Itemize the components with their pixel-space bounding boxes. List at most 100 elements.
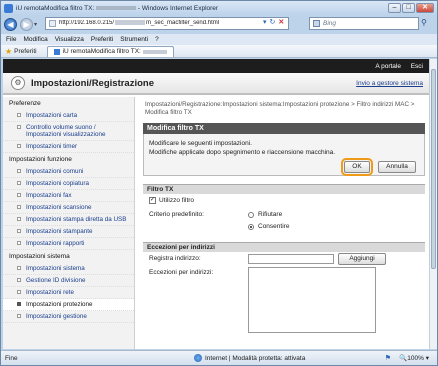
- sidebar-item-timer[interactable]: Impostazioni timer: [3, 141, 134, 153]
- address-bar[interactable]: http://192.168.0.215/m_sec_macfilter_sen…: [45, 17, 289, 30]
- dialog-message-line1: Modificare le seguenti impostazioni.: [149, 140, 252, 147]
- use-filter-label: Utilizzo filtro: [159, 197, 195, 204]
- bullet-icon: [17, 290, 21, 294]
- sidebar-item-management[interactable]: Impostazioni gestione: [3, 311, 134, 323]
- allow-radio[interactable]: [248, 224, 254, 230]
- sidebar-item-usb-print[interactable]: Impostazioni stampa diretta da USB: [3, 214, 134, 226]
- page-icon: [49, 20, 56, 27]
- bullet-icon: [17, 113, 21, 117]
- menu-edit[interactable]: Modifica: [23, 36, 47, 43]
- globe-icon: [194, 354, 202, 362]
- page-title: Impostazioni/Registrazione: [31, 77, 154, 89]
- sidebar-item-scan[interactable]: Impostazioni scansione: [3, 202, 134, 214]
- bing-icon: [313, 20, 320, 27]
- address-row: ◀ ▶ ▾ http://192.168.0.215/m_sec_macfilt…: [1, 15, 437, 33]
- menu-favorites[interactable]: Preferiti: [91, 36, 113, 43]
- sidebar-section-title: Impostazioni funzione: [9, 156, 72, 163]
- menu-view[interactable]: Visualizza: [55, 36, 84, 43]
- sidebar-item-paper[interactable]: Impostazioni carta: [3, 110, 134, 122]
- default-policy-row: Criterio predefinito: Rifiutare Consenti…: [143, 208, 425, 234]
- minimize-button[interactable]: –: [388, 3, 401, 13]
- favorites-star-icon[interactable]: ★: [5, 47, 12, 56]
- browser-tab[interactable]: iU remotaModifica filtro TX:: [46, 45, 174, 57]
- settings-icon: ⚙: [11, 76, 25, 90]
- tab-label: iU remotaModifica filtro TX:: [62, 48, 141, 55]
- exceptions-list-row: Eccezioni per indirizzi:: [143, 266, 425, 336]
- refresh-icon[interactable]: ↻: [270, 18, 276, 26]
- breadcrumb: Impostazioni/Registrazione:Impostazioni …: [145, 101, 415, 116]
- bullet-icon: [17, 205, 21, 209]
- use-filter-checkbox[interactable]: ✓: [149, 197, 156, 204]
- search-icon[interactable]: ⚲: [421, 18, 427, 27]
- dialog-title: Modifica filtro TX: [143, 123, 425, 134]
- exceptions-list-label: Eccezioni per indirizzi:: [149, 269, 214, 276]
- register-address-input[interactable]: [248, 254, 334, 264]
- bullet-icon: [17, 314, 21, 318]
- sidebar-item-fax[interactable]: Impostazioni fax: [3, 190, 134, 202]
- add-button[interactable]: Aggiungi: [338, 253, 386, 265]
- favorites-label[interactable]: Preferiti: [14, 48, 36, 55]
- sidebar: Preferenze Impostazioni carta Controllo …: [3, 97, 135, 349]
- window-title: iU remotaModifica filtro TX: - Windows I…: [16, 4, 219, 12]
- filter-section-title: Filtro TX: [143, 184, 425, 194]
- register-address-row: Registra indirizzo: Aggiungi: [143, 252, 425, 266]
- sidebar-item-network[interactable]: Impostazioni rete: [3, 287, 134, 299]
- back-button[interactable]: ◀: [4, 17, 17, 31]
- sidebar-item-printer[interactable]: Impostazioni stampante: [3, 226, 134, 238]
- bullet-icon: [17, 302, 21, 306]
- reject-radio[interactable]: [248, 212, 254, 218]
- forward-button[interactable]: ▶: [20, 17, 33, 31]
- browser-window: iU remotaModifica filtro TX: - Windows I…: [0, 0, 438, 366]
- cancel-button[interactable]: Annulla: [378, 161, 416, 173]
- exceptions-section-title: Eccezioni per indirizzi: [143, 242, 425, 252]
- page-content: A portale Esci ⚙ Impostazioni/Registrazi…: [3, 59, 429, 349]
- history-dropdown-icon[interactable]: ▾: [34, 21, 37, 28]
- default-policy-label: Criterio predefinito:: [149, 211, 204, 218]
- favorites-bar: ★ Preferiti iU remotaModifica filtro TX:: [1, 45, 437, 58]
- logout-link[interactable]: Esci: [411, 63, 423, 70]
- sidebar-item-division-id[interactable]: Gestione ID divisione: [3, 275, 134, 287]
- sidebar-item-security[interactable]: Impostazioni protezione: [3, 299, 134, 311]
- stop-icon[interactable]: ✕: [278, 18, 284, 26]
- sidebar-section-title: Impostazioni sistema: [9, 253, 70, 260]
- dialog-message-line2: Modifiche applicate dopo spegnimento e r…: [149, 149, 336, 156]
- search-placeholder: Bing: [323, 20, 337, 27]
- register-address-label: Registra indirizzo:: [149, 255, 201, 262]
- menu-file[interactable]: File: [6, 36, 16, 43]
- scrollbar-thumb[interactable]: [431, 69, 436, 269]
- bullet-icon: [17, 278, 21, 282]
- bullet-icon: [17, 229, 21, 233]
- sidebar-item-reports[interactable]: Impostazioni rapporti: [3, 238, 134, 250]
- page-header: ⚙ Impostazioni/Registrazione Invio a ges…: [3, 73, 429, 95]
- exceptions-list-box[interactable]: [248, 267, 376, 333]
- use-filter-row: ✓ Utilizzo filtro: [143, 194, 425, 208]
- sidebar-item-copy[interactable]: Impostazioni copiatura: [3, 178, 134, 190]
- bullet-icon: [17, 125, 21, 129]
- allow-label: Consentire: [258, 223, 290, 230]
- send-to-admin-link[interactable]: Invio a gestore sistema: [356, 80, 423, 87]
- status-bar: Fine Internet | Modalità protetta: attiv…: [1, 350, 437, 365]
- sidebar-item-common[interactable]: Impostazioni comuni: [3, 166, 134, 178]
- zoom-level[interactable]: 🔍100% ▾: [399, 354, 429, 362]
- bullet-icon: [17, 181, 21, 185]
- menu-tools[interactable]: Strumenti: [120, 36, 148, 43]
- search-box[interactable]: Bing: [309, 17, 419, 30]
- close-button[interactable]: ✕: [416, 3, 434, 13]
- vertical-scrollbar[interactable]: [429, 59, 437, 349]
- bullet-icon: [17, 144, 21, 148]
- protected-mode-icon[interactable]: ⚑: [385, 354, 391, 362]
- dialog-message: Modificare le seguenti impostazioni. Mod…: [149, 139, 335, 157]
- bullet-icon: [17, 266, 21, 270]
- compatibility-icon[interactable]: ▾: [263, 18, 267, 26]
- main-content: Impostazioni/Registrazione:Impostazioni …: [139, 97, 429, 349]
- sidebar-item-system[interactable]: Impostazioni sistema: [3, 263, 134, 275]
- title-bar: iU remotaModifica filtro TX: - Windows I…: [1, 1, 437, 15]
- sidebar-item-volume[interactable]: Controllo volume suono / Impostazioni vi…: [3, 122, 134, 141]
- address-url: http://192.168.0.215/m_sec_macfilter_sen…: [59, 20, 220, 27]
- menu-bar: File Modifica Visualizza Preferiti Strum…: [1, 34, 437, 45]
- maximize-button[interactable]: □: [402, 3, 415, 13]
- ok-button[interactable]: OK: [341, 158, 373, 176]
- menu-help[interactable]: ?: [155, 36, 159, 43]
- bullet-icon: [17, 193, 21, 197]
- portal-link[interactable]: A portale: [375, 63, 401, 70]
